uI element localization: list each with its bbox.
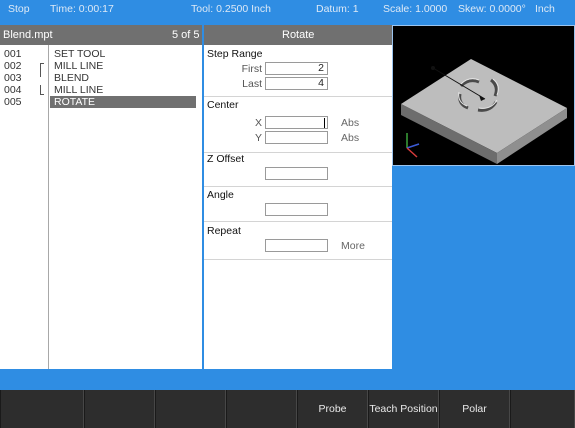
center-x-abs[interactable]: Abs <box>341 117 359 129</box>
angle-section: Angle <box>204 187 392 222</box>
softkey-3[interactable] <box>155 390 226 428</box>
center-section: Center X Abs Y Abs <box>204 97 392 153</box>
center-y-abs[interactable]: Abs <box>341 132 359 144</box>
text-cursor <box>324 118 325 128</box>
program-step-004[interactable]: 004 MILL LINE <box>0 84 202 96</box>
program-step-005[interactable]: 005 ROTATE <box>0 96 202 108</box>
status-mode: Stop <box>8 3 30 15</box>
step-number: 003 <box>4 72 22 84</box>
program-filename: Blend.mpt <box>3 29 53 41</box>
repeat-label: Repeat <box>207 225 241 237</box>
program-step-003[interactable]: 003 BLEND <box>0 72 202 84</box>
form-header: Rotate <box>204 25 392 45</box>
repeat-section: Repeat More <box>204 222 392 260</box>
status-datum: Datum: 1 <box>316 3 359 15</box>
status-skew: Skew: 0.0000° <box>458 3 526 15</box>
z-offset-section: Z Offset <box>204 153 392 187</box>
angle-label: Angle <box>207 189 234 201</box>
last-label: Last <box>242 78 262 90</box>
first-label: First <box>241 63 262 75</box>
repeat-field[interactable] <box>265 239 328 252</box>
form-title: Rotate <box>282 29 315 41</box>
step-range-label: Step Range <box>207 48 263 60</box>
blend-bracket-bottom <box>40 85 44 95</box>
step-number: 004 <box>4 84 22 96</box>
status-unit: Inch <box>535 3 555 15</box>
program-step-002[interactable]: 002 MILL LINE <box>0 60 202 72</box>
program-position: 5 of 5 <box>172 29 200 41</box>
status-scale: Scale: 1.0000 <box>383 3 448 15</box>
step-number: 005 <box>4 96 22 108</box>
softkey-2[interactable] <box>84 390 155 428</box>
step-command: BLEND <box>54 72 90 84</box>
step-number: 001 <box>4 48 22 60</box>
step-command: MILL LINE <box>54 60 104 72</box>
z-offset-label: Z Offset <box>207 153 245 165</box>
softkey-bar: Probe Teach Position Polar <box>0 390 575 428</box>
step-command: SET TOOL <box>54 48 106 60</box>
step-range-section: Step Range First 2 Last 4 <box>204 45 392 97</box>
center-x-label: X <box>254 117 262 129</box>
last-field[interactable]: 4 <box>265 77 328 90</box>
center-y-field[interactable] <box>265 131 328 144</box>
first-field[interactable]: 2 <box>265 62 328 75</box>
blend-bracket-top <box>40 63 44 77</box>
program-list[interactable]: 001 SET TOOL 002 MILL LINE 003 BLEND 004… <box>0 45 202 369</box>
angle-field[interactable] <box>265 203 328 216</box>
status-time: Time: 0:00:17 <box>50 3 114 15</box>
status-tool: Tool: 0.2500 Inch <box>191 3 271 15</box>
center-y-label: Y <box>254 132 262 144</box>
teach-position-button[interactable]: Teach Position <box>368 390 439 428</box>
status-bar: Stop Time: 0:00:17 Tool: 0.2500 Inch Dat… <box>0 0 575 18</box>
center-label: Center <box>207 99 239 111</box>
rotate-form: Step Range First 2 Last 4 Center X Abs Y… <box>204 45 392 369</box>
repeat-more[interactable]: More <box>341 240 365 252</box>
probe-button[interactable]: Probe <box>297 390 368 428</box>
polar-button[interactable]: Polar <box>439 390 510 428</box>
softkey-1[interactable] <box>0 390 84 428</box>
center-x-field[interactable] <box>265 116 328 129</box>
part-model-graphic <box>401 59 567 164</box>
softkey-4[interactable] <box>226 390 297 428</box>
step-command: MILL LINE <box>54 84 104 96</box>
step-number: 002 <box>4 60 22 72</box>
z-offset-field[interactable] <box>265 167 328 180</box>
step-command: ROTATE <box>50 96 196 108</box>
softkey-8[interactable] <box>510 390 575 428</box>
3d-view[interactable] <box>392 25 575 166</box>
program-step-001[interactable]: 001 SET TOOL <box>0 48 202 60</box>
program-header: Blend.mpt 5 of 5 <box>0 25 202 45</box>
